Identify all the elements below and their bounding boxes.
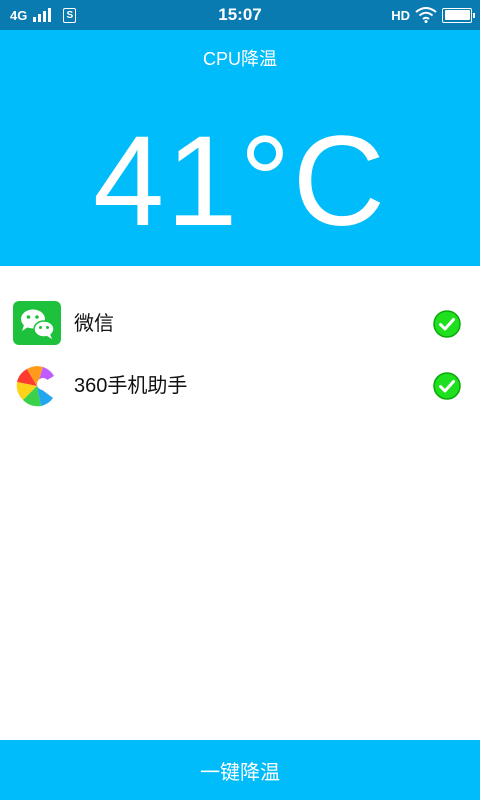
list-item[interactable]: 360手机助手 (0, 358, 480, 420)
wechat-icon (13, 301, 61, 345)
app-list: 微信 360手机助手 (0, 266, 480, 420)
list-item[interactable]: 微信 (0, 296, 480, 358)
hd-label: HD (391, 7, 410, 23)
check-icon[interactable] (433, 372, 461, 400)
status-bar: 4G S 15:07 HD (0, 0, 480, 30)
temperature-header: CPU降温 41°C (0, 30, 480, 266)
wifi-icon (415, 7, 437, 23)
app-name: 360手机助手 (74, 375, 188, 397)
battery-fill (444, 10, 470, 20)
app-name: 微信 (74, 313, 114, 335)
check-icon[interactable] (433, 310, 461, 338)
status-right: HD (391, 0, 475, 30)
page-title: CPU降温 (202, 49, 277, 69)
temperature-value: 41°C (93, 110, 387, 253)
cool-down-button[interactable]: 一键降温 (0, 740, 480, 800)
battery-icon (442, 7, 475, 23)
360-assistant-icon (16, 366, 54, 407)
